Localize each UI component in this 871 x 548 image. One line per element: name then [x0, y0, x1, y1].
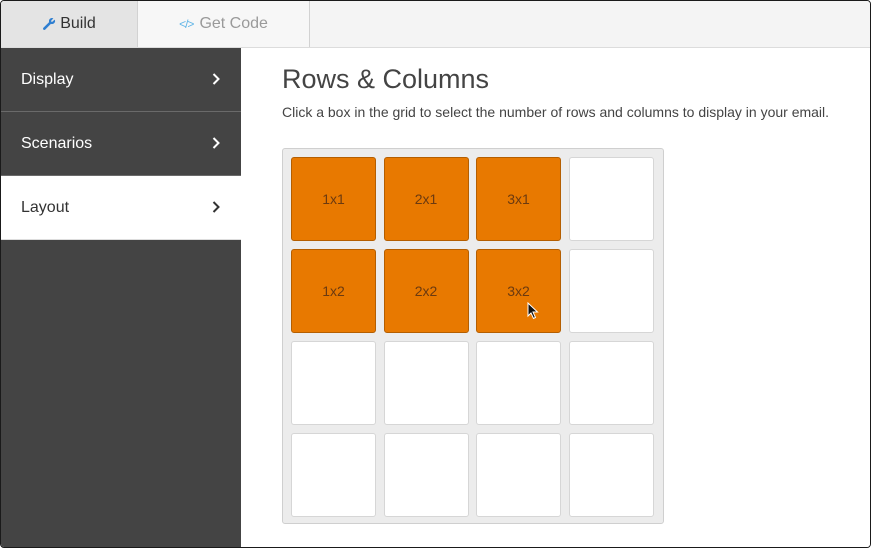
chevron-right-icon: [212, 137, 220, 149]
sidebar: Display Scenarios Layout: [1, 48, 241, 547]
grid-cell-col1-row3[interactable]: [291, 341, 376, 425]
main-panel: Rows & Columns Click a box in the grid t…: [241, 48, 870, 547]
sidebar-item-label: Display: [21, 70, 74, 88]
grid-cell-col2-row1[interactable]: 2x1: [383, 157, 469, 241]
sidebar-item-display[interactable]: Display: [1, 48, 241, 112]
wrench-icon: [42, 17, 56, 31]
tab-build[interactable]: Build: [1, 1, 138, 47]
grid-cell-col4-row4[interactable]: [568, 433, 654, 517]
grid-cell-col3-row4[interactable]: [476, 433, 561, 517]
chevron-right-icon: [212, 201, 220, 213]
sidebar-item-scenarios[interactable]: Scenarios: [1, 112, 241, 176]
grid-cell-col1-row4[interactable]: [291, 433, 376, 517]
grid-cell-col1-row2[interactable]: 1x2: [291, 249, 376, 333]
grid-cell-col4-row2[interactable]: [568, 249, 654, 333]
grid-cell-col2-row3[interactable]: [383, 341, 469, 425]
tab-get-code-label: Get Code: [199, 15, 268, 32]
app-frame: Build </> Get Code Display Scenarios Lay…: [0, 0, 871, 548]
tab-bar: Build </> Get Code: [1, 1, 870, 48]
sidebar-item-label: Scenarios: [21, 134, 93, 152]
grid-cell-col1-row1[interactable]: 1x1: [291, 157, 376, 241]
page-description: Click a box in the grid to select the nu…: [282, 104, 830, 120]
code-icon: </>: [179, 17, 194, 31]
grid-cell-col4-row3[interactable]: [568, 341, 654, 425]
chevron-right-icon: [212, 73, 220, 85]
page-title: Rows & Columns: [282, 64, 490, 94]
grid-cell-col4-row1[interactable]: [568, 157, 654, 241]
layout-grid: 1x1 2x1 3x1 1x2 2x2 3x2: [282, 148, 664, 524]
grid-cell-col2-row2[interactable]: 2x2: [383, 249, 469, 333]
grid-cell-col3-row3[interactable]: [476, 341, 561, 425]
grid-cell-col3-row2[interactable]: 3x2: [476, 249, 561, 333]
tab-build-label: Build: [60, 15, 96, 32]
sidebar-item-label: Layout: [21, 198, 70, 216]
sidebar-item-layout[interactable]: Layout: [1, 176, 241, 240]
tab-get-code[interactable]: </> Get Code: [138, 1, 310, 47]
grid-cell-col3-row1[interactable]: 3x1: [476, 157, 561, 241]
grid-cell-col2-row4[interactable]: [383, 433, 469, 517]
